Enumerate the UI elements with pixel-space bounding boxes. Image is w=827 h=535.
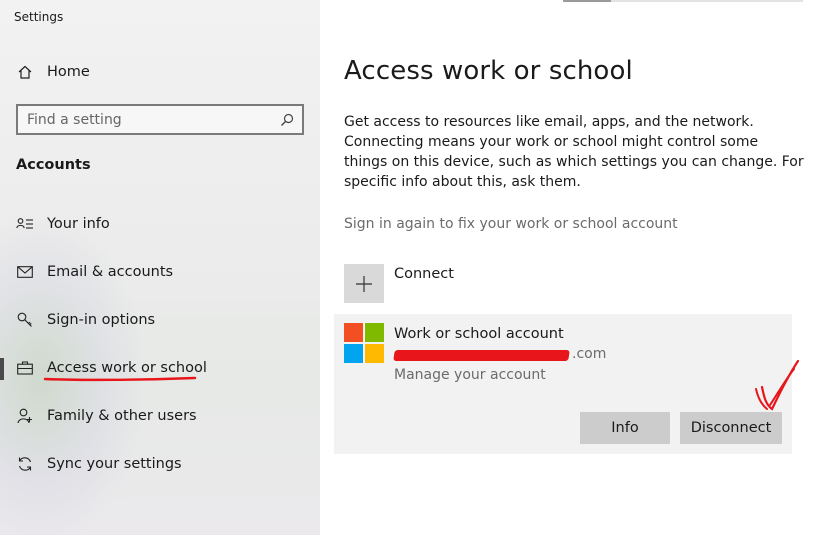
sidebar-item-label: Your info bbox=[47, 216, 110, 232]
page-description: Get access to resources like email, apps… bbox=[344, 114, 804, 190]
search-field[interactable] bbox=[16, 104, 304, 135]
sign-in-again-link[interactable]: Sign in again to fix your work or school… bbox=[344, 216, 678, 232]
red-check-annotation bbox=[755, 359, 800, 411]
account-card[interactable]: Work or school account .com Manage your … bbox=[334, 314, 792, 454]
connect-button[interactable]: Connect bbox=[344, 264, 544, 304]
home-icon bbox=[16, 63, 34, 81]
search-input[interactable] bbox=[18, 106, 268, 133]
email-suffix: .com bbox=[572, 346, 607, 362]
disconnect-button[interactable]: Disconnect bbox=[680, 412, 782, 444]
main-content: Access work or school Get access to reso… bbox=[320, 0, 827, 535]
sidebar-item-label: Email & accounts bbox=[47, 264, 174, 280]
sidebar-item-label: Sync your settings bbox=[47, 456, 182, 472]
mail-icon bbox=[16, 263, 34, 281]
sync-icon bbox=[16, 455, 34, 473]
microsoft-logo-icon bbox=[344, 323, 385, 364]
info-button[interactable]: Info bbox=[580, 412, 670, 444]
account-title: Work or school account bbox=[394, 326, 564, 342]
sidebar-item-sync-settings[interactable]: Sync your settings bbox=[0, 444, 320, 484]
manage-account-link[interactable]: Manage your account bbox=[394, 367, 546, 383]
red-underline-annotation bbox=[43, 376, 197, 382]
sidebar-item-label: Family & other users bbox=[47, 408, 197, 424]
sidebar-item-label: Home bbox=[47, 64, 90, 80]
sidebar-item-label: Access work or school bbox=[47, 360, 207, 376]
sidebar-item-your-info[interactable]: Your info bbox=[0, 204, 320, 244]
search-icon[interactable] bbox=[280, 112, 294, 126]
sidebar-item-email-accounts[interactable]: Email & accounts bbox=[0, 252, 320, 292]
top-strip bbox=[563, 0, 803, 2]
section-heading: Accounts bbox=[16, 157, 91, 173]
window-title: Settings bbox=[14, 10, 64, 24]
sidebar: Settings Home Accounts Your info Email &… bbox=[0, 0, 320, 535]
sidebar-item-home[interactable]: Home bbox=[0, 52, 320, 92]
person-card-icon bbox=[16, 215, 34, 233]
connect-label: Connect bbox=[394, 266, 454, 282]
redaction-mark bbox=[393, 350, 570, 361]
sidebar-item-label: Sign-in options bbox=[47, 312, 156, 328]
person-add-icon bbox=[16, 407, 34, 425]
briefcase-icon bbox=[16, 359, 34, 377]
plus-icon bbox=[344, 264, 384, 303]
sidebar-item-sign-in-options[interactable]: Sign-in options bbox=[0, 300, 320, 340]
key-icon bbox=[16, 311, 34, 329]
sidebar-item-family-other-users[interactable]: Family & other users bbox=[0, 396, 320, 436]
page-title: Access work or school bbox=[344, 56, 633, 86]
